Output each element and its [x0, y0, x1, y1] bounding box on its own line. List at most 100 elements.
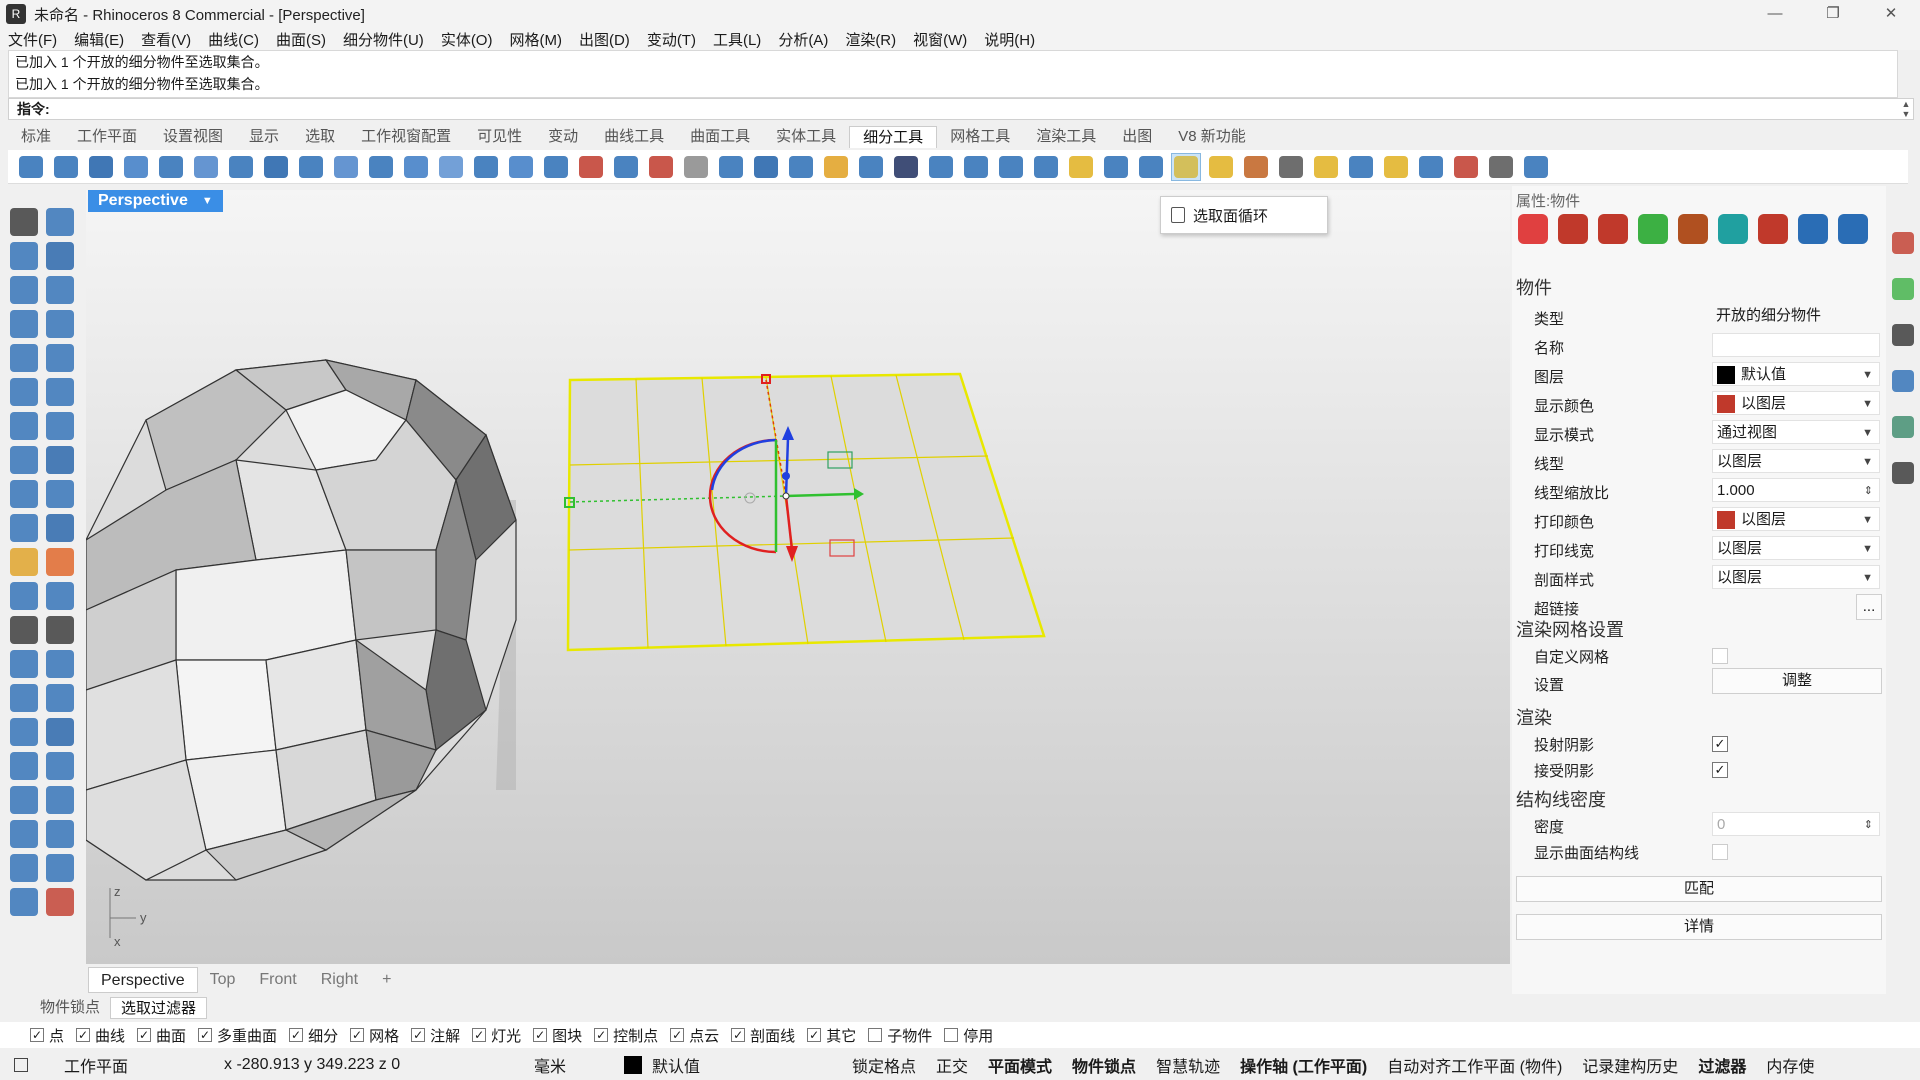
menu-item[interactable]: 文件(F): [8, 29, 57, 50]
adjust-button[interactable]: 调整: [1712, 668, 1882, 694]
left-tool-icon[interactable]: [46, 888, 74, 916]
menu-item[interactable]: 网格(M): [509, 29, 562, 50]
filter-option[interactable]: ✓ 剖面线: [731, 1025, 795, 1046]
dropdown-arrow-icon[interactable]: ▼: [1862, 537, 1873, 561]
subd-tool-button[interactable]: [1206, 153, 1236, 181]
properties-page-icon[interactable]: [1798, 214, 1828, 244]
cast-shadow-checkbox[interactable]: ✓: [1712, 736, 1728, 752]
left-tool-icon[interactable]: [10, 344, 38, 372]
properties-page-icon[interactable]: [1518, 214, 1548, 244]
left-tool-icon[interactable]: [10, 718, 38, 746]
filter-checkbox[interactable]: [868, 1028, 883, 1042]
subd-tool-button[interactable]: [961, 153, 991, 181]
subd-tool-button[interactable]: [226, 153, 256, 181]
filter-option[interactable]: 停用: [944, 1025, 993, 1046]
menu-item[interactable]: 实体(O): [441, 29, 493, 50]
subd-tool-button[interactable]: [506, 153, 536, 181]
perspective-viewport[interactable]: Perspective ▼ z y x: [86, 190, 1510, 964]
status-toggle[interactable]: 自动对齐工作平面 (物件): [1387, 1053, 1562, 1077]
viewport-tab[interactable]: Perspective: [88, 967, 198, 993]
viewport-tab[interactable]: Front: [247, 967, 308, 993]
left-tool-icon[interactable]: [10, 854, 38, 882]
left-tool-icon[interactable]: [46, 480, 74, 508]
toolbar-tab[interactable]: 设置视图: [150, 126, 236, 148]
property-value[interactable]: 以图层 ▼: [1712, 449, 1880, 473]
dropdown-arrow-icon[interactable]: ▼: [1862, 421, 1873, 445]
toolbar-tab[interactable]: 选取: [292, 126, 348, 148]
density-input[interactable]: 0 ⇕: [1712, 812, 1880, 836]
minimize-button[interactable]: —: [1746, 0, 1804, 28]
left-tool-icon[interactable]: [10, 242, 38, 270]
units-label[interactable]: 毫米: [534, 1053, 604, 1077]
filter-checkbox[interactable]: ✓: [670, 1028, 685, 1042]
filter-option[interactable]: ✓ 细分: [289, 1025, 338, 1046]
subd-tool-button[interactable]: [1346, 153, 1376, 181]
menu-item[interactable]: 渲染(R): [845, 29, 896, 50]
subd-tool-button[interactable]: [1311, 153, 1341, 181]
dropdown-arrow-icon[interactable]: ▼: [1862, 363, 1873, 387]
subd-tool-button[interactable]: [1521, 153, 1551, 181]
subd-tool-button[interactable]: [1416, 153, 1446, 181]
side-panel-icon[interactable]: [1892, 278, 1914, 300]
subd-tool-button[interactable]: [1171, 152, 1201, 181]
left-tool-icon[interactable]: [46, 310, 74, 338]
menu-item[interactable]: 分析(A): [778, 29, 828, 50]
subd-tool-button[interactable]: [576, 153, 606, 181]
left-tool-icon[interactable]: [10, 752, 38, 780]
left-tool-icon[interactable]: [10, 514, 38, 542]
left-tool-icon[interactable]: [46, 276, 74, 304]
side-panel-icon[interactable]: [1892, 370, 1914, 392]
hyperlink-button[interactable]: ...: [1856, 594, 1882, 620]
status-toggle[interactable]: 智慧轨迹: [1156, 1053, 1220, 1077]
filter-option[interactable]: 子物件: [868, 1025, 932, 1046]
subd-tool-button[interactable]: [856, 153, 886, 181]
left-tool-icon[interactable]: [46, 548, 74, 576]
subd-tool-button[interactable]: [1276, 153, 1306, 181]
command-scroll-icon[interactable]: ▲ ▼: [1899, 99, 1913, 119]
subd-tool-button[interactable]: [86, 153, 116, 181]
filter-checkbox[interactable]: ✓: [137, 1028, 152, 1042]
filter-option[interactable]: ✓ 点: [30, 1025, 64, 1046]
filter-option[interactable]: ✓ 曲面: [137, 1025, 186, 1046]
left-tool-icon[interactable]: [46, 446, 74, 474]
subd-tool-button[interactable]: [646, 153, 676, 181]
rhino-app-icon[interactable]: R: [6, 4, 26, 24]
property-value[interactable]: 通过视图 ▼: [1712, 420, 1880, 444]
left-tool-icon[interactable]: [46, 820, 74, 848]
filter-checkbox[interactable]: ✓: [198, 1028, 213, 1042]
filter-checkbox[interactable]: ✓: [533, 1028, 548, 1042]
toolbar-tab[interactable]: 工作平面: [64, 126, 150, 148]
properties-page-icon[interactable]: [1638, 214, 1668, 244]
status-toggle[interactable]: 记录建构历史: [1582, 1053, 1678, 1077]
left-tool-icon[interactable]: [46, 582, 74, 610]
viewport-tab[interactable]: Top: [198, 967, 248, 993]
left-tool-icon[interactable]: [46, 718, 74, 746]
filter-option[interactable]: ✓ 网格: [350, 1025, 399, 1046]
subd-tool-button[interactable]: [1136, 153, 1166, 181]
subd-tool-button[interactable]: [1381, 153, 1411, 181]
left-tool-icon[interactable]: [10, 786, 38, 814]
menu-item[interactable]: 工具(L): [713, 29, 761, 50]
side-panel-icon[interactable]: [1892, 462, 1914, 484]
property-value[interactable]: 1.000 ⇕: [1712, 478, 1880, 502]
left-tool-icon[interactable]: [46, 752, 74, 780]
left-tool-icon[interactable]: [46, 854, 74, 882]
subd-tool-button[interactable]: [471, 153, 501, 181]
density-spin-icon[interactable]: ⇕: [1864, 813, 1873, 837]
filter-option[interactable]: ✓ 控制点: [594, 1025, 658, 1046]
left-tool-icon[interactable]: [46, 616, 74, 644]
subd-tool-button[interactable]: [891, 153, 921, 181]
menu-item[interactable]: 视窗(W): [913, 29, 967, 50]
filter-checkbox[interactable]: ✓: [594, 1028, 609, 1042]
layer-color-swatch[interactable]: [624, 1056, 642, 1074]
subd-tool-button[interactable]: [331, 153, 361, 181]
dropdown-arrow-icon[interactable]: ▼: [1862, 566, 1873, 590]
side-panel-icon[interactable]: [1892, 324, 1914, 346]
status-toggle[interactable]: 过滤器: [1698, 1053, 1746, 1077]
subd-tool-button[interactable]: [1101, 153, 1131, 181]
properties-page-icon[interactable]: [1558, 214, 1588, 244]
left-tool-icon[interactable]: [46, 344, 74, 372]
property-value[interactable]: 以图层 ▼: [1712, 507, 1880, 531]
filter-option[interactable]: ✓ 曲线: [76, 1025, 125, 1046]
subd-tool-button[interactable]: [366, 153, 396, 181]
